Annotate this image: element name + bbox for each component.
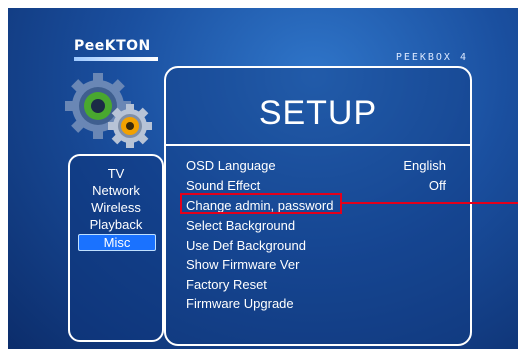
option-label: Sound Effect [186,178,261,193]
option-label: Factory Reset [186,277,267,292]
menu-item-wireless[interactable]: Wireless [70,200,162,215]
option-value: English [403,158,446,173]
option-factory-reset[interactable]: Factory Reset [186,277,446,295]
category-menu: TV Network Wireless Playback Misc [68,154,164,342]
option-label: Select Background [186,218,296,233]
option-label: Show Firmware Ver [186,257,300,272]
page-title: SETUP [258,94,378,132]
menu-item-tv[interactable]: TV [70,166,162,181]
title-divider [166,144,470,146]
option-value: Off [428,178,446,193]
settings-gears-icon [65,73,152,148]
option-label: Use Def Background [186,238,306,253]
option-use-def-background[interactable]: Use Def Background [186,238,446,256]
option-firmware-upgrade[interactable]: Firmware Upgrade [186,296,446,314]
callout-pointer-line [342,202,518,204]
option-label: Firmware Upgrade [186,296,294,311]
model-name: PEEKBOX 4 [395,52,468,63]
option-show-firmware-ver[interactable]: Show Firmware Ver [186,257,446,275]
menu-item-network[interactable]: Network [70,183,162,198]
selection-highlight-box [180,193,342,214]
brand-logo-bar [74,57,158,61]
brand-logo-text: PeeKTON [74,38,151,54]
option-select-background[interactable]: Select Background [186,218,446,236]
setup-screen: PeeKTON PEEKBOX 4 TV Network Wireless Pl… [8,8,518,349]
menu-item-playback[interactable]: Playback [70,217,162,232]
brand-logo: PeeKTON [74,38,158,64]
menu-item-misc[interactable]: Misc [78,234,156,251]
option-osd-language[interactable]: OSD Language English [186,158,446,176]
option-label: OSD Language [186,158,276,173]
